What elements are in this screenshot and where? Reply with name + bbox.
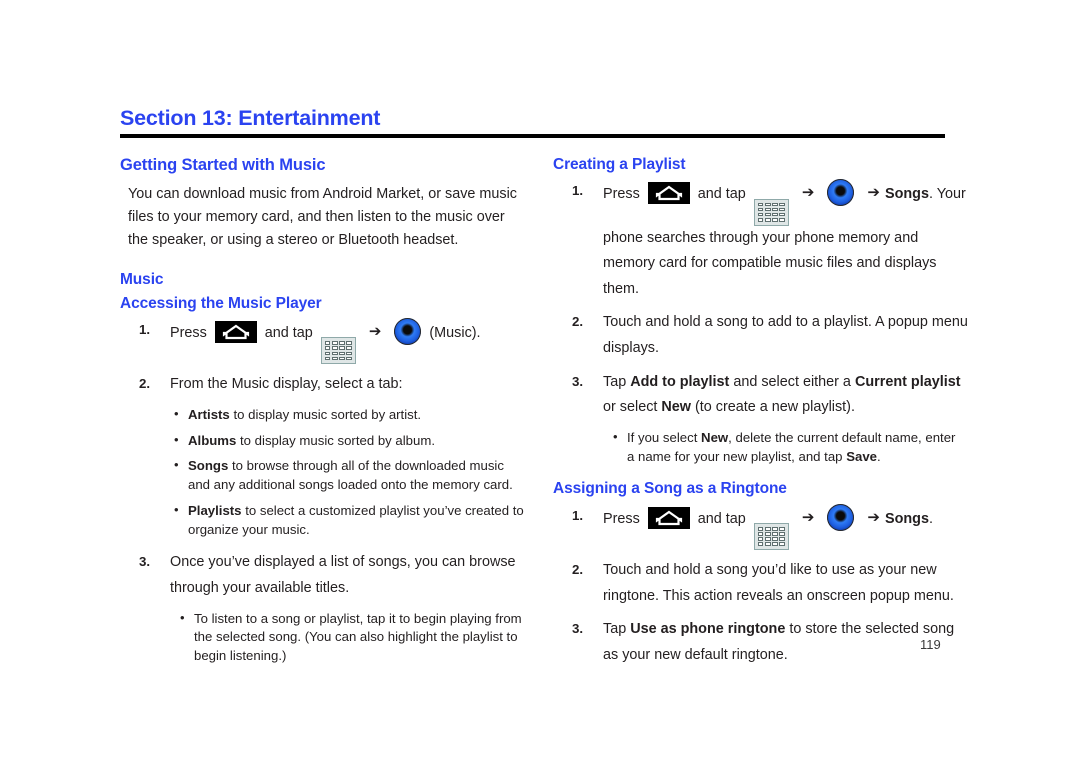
step-item: 2. Touch and hold a song you’d like to u… bbox=[553, 558, 973, 609]
arrow-icon: ➔ bbox=[867, 184, 880, 202]
step-number: 1. bbox=[572, 183, 584, 199]
apps-grid-icon[interactable] bbox=[320, 337, 356, 365]
arrow-icon: ➔ bbox=[801, 184, 815, 202]
bullet-item: If you select New, delete the current de… bbox=[611, 428, 963, 466]
bullet-term: Songs bbox=[188, 458, 229, 474]
menu-item-current-playlist[interactable]: Current playlist bbox=[855, 374, 961, 390]
step-text-music-label: (Music). bbox=[429, 324, 481, 341]
step-text: . bbox=[928, 510, 933, 527]
step-text: (to create a new playlist). bbox=[690, 399, 855, 416]
heading-accessing-the-music-player: Accessing the Music Player bbox=[120, 294, 322, 312]
menu-item-songs[interactable]: Songs bbox=[885, 511, 929, 527]
bullet-item: To listen to a song or playlist, tap it … bbox=[178, 609, 530, 666]
step-number: 3. bbox=[572, 373, 584, 389]
bullet-item: Playlists to select a customized playlis… bbox=[172, 501, 527, 539]
menu-item-songs[interactable]: Songs bbox=[885, 186, 929, 202]
step-text: Touch and hold a song to add to a playli… bbox=[603, 314, 968, 357]
arrow-icon: ➔ bbox=[867, 508, 880, 526]
heading-creating-a-playlist: Creating a Playlist bbox=[553, 156, 686, 173]
music-tab-bullets: Artists to display music sorted by artis… bbox=[172, 405, 527, 539]
step-number: 3. bbox=[139, 554, 151, 570]
step-text-and-tap: and tap bbox=[264, 324, 313, 341]
home-key-icon[interactable] bbox=[647, 506, 690, 529]
step-text: From the Music display, select a tab: bbox=[170, 376, 403, 393]
step-item: 2. From the Music display, select a tab: bbox=[120, 372, 540, 398]
step-text: and select either a bbox=[729, 373, 855, 390]
apps-grid-icon[interactable] bbox=[753, 198, 789, 226]
step-item: 1. Press and tap ➔ bbox=[553, 503, 973, 550]
bullet-desc: to display music sorted by artist. bbox=[229, 406, 422, 422]
step-text: Tap bbox=[603, 373, 631, 390]
bullet-desc: To listen to a song or playlist, tap it … bbox=[194, 610, 522, 664]
home-key-icon[interactable] bbox=[647, 182, 690, 205]
step-number: 1. bbox=[572, 507, 584, 523]
ringtone-steps: 1. Press and tap ➔ ➔ Songs. 2. Touch and… bbox=[553, 503, 973, 669]
arrow-icon: ➔ bbox=[368, 322, 382, 340]
arrow-icon: ➔ bbox=[801, 508, 815, 526]
step-number: 1. bbox=[139, 321, 151, 337]
step-text-press: Press bbox=[603, 186, 640, 203]
creating-playlist-steps: 1. Press and tap ➔ ➔ Songs. Your phone s… bbox=[553, 179, 973, 421]
step-text: Touch and hold a song you’d like to use … bbox=[603, 561, 954, 604]
step-item: 2. Touch and hold a song to add to a pla… bbox=[553, 310, 973, 361]
heading-getting-started-with-music: Getting Started with Music bbox=[120, 156, 326, 174]
listen-bullets: To listen to a song or playlist, tap it … bbox=[178, 609, 530, 666]
heading-music: Music bbox=[120, 270, 164, 288]
bullet-item: Artists to display music sorted by artis… bbox=[172, 405, 527, 425]
step-text-press: Press bbox=[603, 510, 640, 527]
page-number: 119 bbox=[920, 637, 941, 652]
bullet-desc: to browse through all of the downloaded … bbox=[188, 458, 513, 493]
menu-item-new[interactable]: New bbox=[661, 399, 691, 415]
heading-assigning-a-song-as-a-ringtone: Assigning a Song as a Ringtone bbox=[553, 480, 787, 498]
bullet-term: Playlists bbox=[188, 502, 242, 518]
bullet-term: Albums bbox=[188, 432, 237, 448]
music-app-icon[interactable] bbox=[827, 179, 855, 207]
step-number: 2. bbox=[572, 314, 584, 330]
step-text: Tap bbox=[603, 621, 631, 638]
bullet-item: Songs to browse through all of the downl… bbox=[172, 456, 527, 494]
apps-grid-icon[interactable] bbox=[753, 522, 789, 550]
left-column: Getting Started with Music You can downl… bbox=[120, 155, 540, 673]
button-save[interactable]: Save bbox=[846, 449, 877, 464]
step-item: 1. Press and tap ➔ bbox=[553, 179, 973, 302]
document-page: Section 13: Entertainment Getting Starte… bbox=[0, 0, 1080, 771]
page-title: Section 13: Entertainment bbox=[120, 106, 381, 130]
step-item: 3. Tap Use as phone ringtone to store the… bbox=[553, 617, 973, 668]
bullet-desc: . bbox=[877, 448, 881, 464]
right-column: Creating a Playlist 1. Press and tap ➔ ➔… bbox=[553, 155, 973, 677]
menu-item-add-to-playlist[interactable]: Add to playlist bbox=[630, 374, 729, 390]
title-divider bbox=[120, 133, 945, 138]
step-number: 3. bbox=[572, 621, 584, 637]
step-number: 2. bbox=[139, 376, 151, 392]
menu-item-use-as-phone-ringtone[interactable]: Use as phone ringtone bbox=[630, 621, 785, 637]
step-text-and-tap: and tap bbox=[697, 186, 746, 203]
step-item: 3. Once you’ve displayed a list of songs… bbox=[120, 550, 540, 601]
home-key-icon[interactable] bbox=[214, 320, 257, 343]
playlist-note-bullets: If you select New, delete the current de… bbox=[611, 428, 963, 466]
bullet-desc: If you select bbox=[627, 430, 702, 445]
step-text: or select bbox=[603, 399, 662, 416]
menu-item-new[interactable]: New bbox=[701, 430, 728, 445]
step-text-and-tap: and tap bbox=[697, 510, 746, 527]
step-number: 2. bbox=[572, 561, 584, 577]
step-text-press: Press bbox=[170, 324, 207, 341]
step-text: Once you’ve displayed a list of songs, y… bbox=[170, 554, 516, 596]
bullet-desc: to display music sorted by album. bbox=[236, 432, 435, 448]
step-item: 3. Tap Add to playlist and select either … bbox=[553, 370, 973, 421]
accessing-music-player-steps: 1. Press and tap ➔ (Music). 2. From the … bbox=[120, 317, 540, 398]
accessing-music-player-steps-cont: 3. Once you’ve displayed a list of songs… bbox=[120, 550, 540, 601]
music-app-icon[interactable] bbox=[394, 317, 422, 345]
bullet-item: Albums to display music sorted by album. bbox=[172, 431, 527, 451]
intro-paragraph: You can download music from Android Mark… bbox=[128, 185, 517, 249]
music-app-icon[interactable] bbox=[827, 503, 855, 531]
step-item: 1. Press and tap ➔ bbox=[120, 317, 540, 365]
bullet-term: Artists bbox=[188, 406, 230, 422]
